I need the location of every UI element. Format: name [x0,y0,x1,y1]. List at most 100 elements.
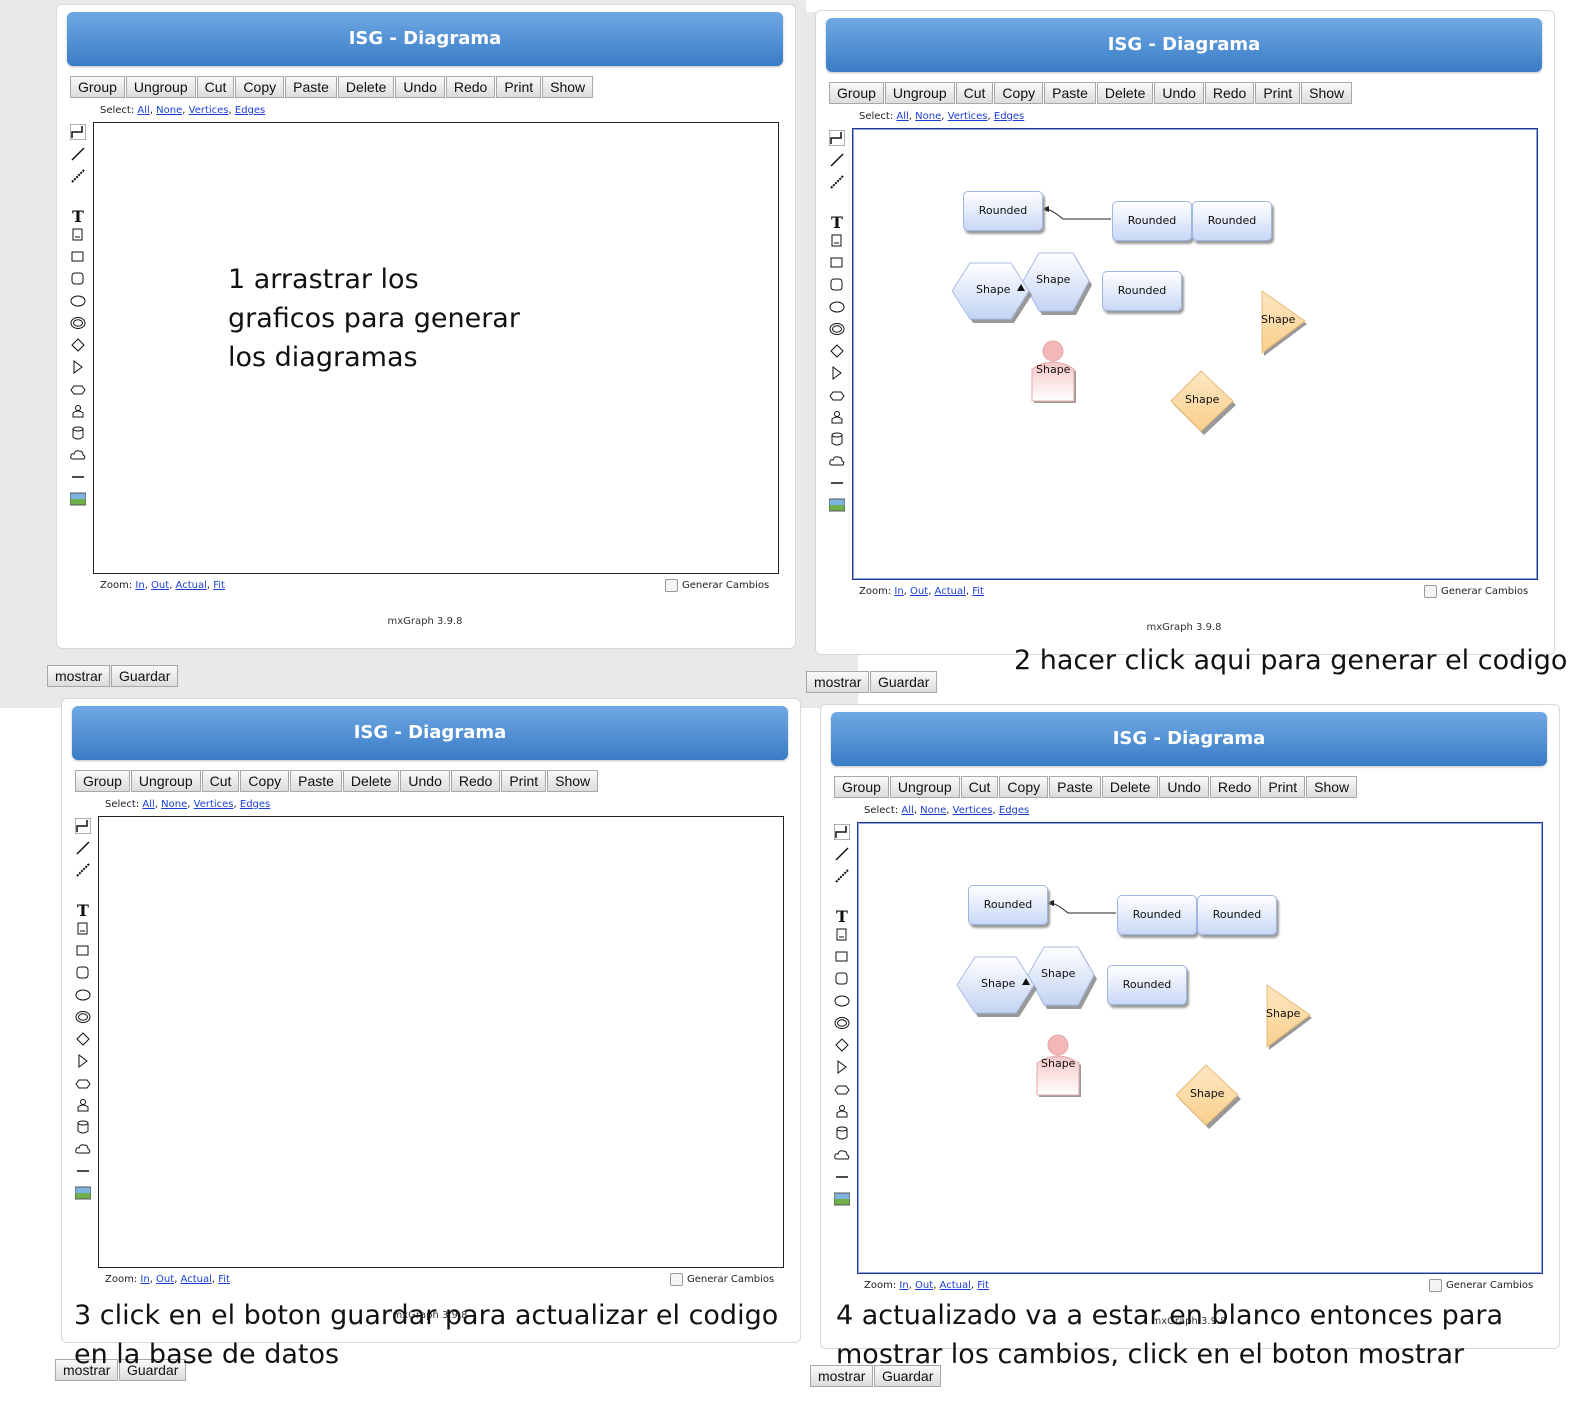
actor-icon[interactable] [73,1098,93,1120]
edge-connector[interactable] [1044,208,1111,220]
connector-icon[interactable] [832,823,852,846]
zoom-actual-link[interactable]: Actual [940,1280,971,1291]
actor-icon[interactable] [827,410,847,432]
label-icon[interactable] [832,928,852,950]
triangle-icon[interactable] [68,360,88,382]
copy-button[interactable]: Copy [994,82,1044,104]
hexagon-icon[interactable] [68,382,88,404]
ungroup-button[interactable]: Ungroup [889,776,960,798]
zoom-actual-link[interactable]: Actual [181,1274,212,1285]
label-icon[interactable] [73,922,93,944]
zoom-fit-link[interactable]: Fit [213,580,225,591]
line-icon[interactable] [73,840,93,862]
cut-button[interactable]: Cut [196,76,235,98]
select-edges-link[interactable]: Edges [235,105,265,116]
text-icon[interactable]: T [68,206,88,228]
guardar-button[interactable]: Guardar [111,665,179,687]
zoom-actual-link[interactable]: Actual [176,580,207,591]
hexagon-icon[interactable] [827,388,847,410]
zoom-fit-link[interactable]: Fit [218,1274,230,1285]
delete-button[interactable]: Delete [337,76,395,98]
dashed-line-icon[interactable] [68,168,88,190]
paste-button[interactable]: Paste [1044,82,1096,104]
zoom-out-link[interactable]: Out [151,580,169,591]
hline-icon[interactable] [73,1164,93,1186]
guardar-button[interactable]: Guardar [870,671,938,693]
cut-button[interactable]: Cut [960,776,999,798]
paste-button[interactable]: Paste [290,770,342,792]
cut-button[interactable]: Cut [201,770,240,792]
ellipse-icon[interactable] [73,988,93,1010]
hexagon-icon[interactable] [832,1082,852,1104]
generar-cambios-checkbox[interactable] [670,1273,683,1286]
zoom-in-link[interactable]: In [899,1280,908,1291]
group-button[interactable]: Group [75,770,130,792]
rhombus-icon[interactable] [68,338,88,360]
dashed-line-icon[interactable] [827,174,847,196]
rounded-shape-3[interactable]: Rounded [1192,201,1272,241]
zoom-out-link[interactable]: Out [910,586,928,597]
label-icon[interactable] [827,234,847,256]
select-edges-link[interactable]: Edges [999,805,1029,816]
hline-icon[interactable] [827,476,847,498]
triangle-icon[interactable] [73,1054,93,1076]
rounded-rect-icon[interactable] [73,966,93,988]
hline-icon[interactable] [832,1170,852,1192]
undo-button[interactable]: Undo [1159,776,1209,798]
show-button[interactable]: Show [547,770,599,792]
rhombus-icon[interactable] [832,1038,852,1060]
triangle-icon[interactable] [827,366,847,388]
rounded-shape-2[interactable]: Rounded [1112,201,1192,241]
cloud-icon[interactable] [73,1142,93,1164]
show-button[interactable]: Show [1306,776,1358,798]
cut-button[interactable]: Cut [955,82,994,104]
redo-button[interactable]: Redo [1204,82,1255,104]
select-vertices-link[interactable]: Vertices [948,111,988,122]
cloud-icon[interactable] [68,448,88,470]
hexagon-icon[interactable] [73,1076,93,1098]
delete-button[interactable]: Delete [1096,82,1154,104]
zoom-fit-link[interactable]: Fit [972,586,984,597]
cylinder-icon[interactable] [73,1120,93,1142]
paste-button[interactable]: Paste [1049,776,1101,798]
double-ellipse-icon[interactable] [73,1010,93,1032]
select-none-link[interactable]: None [920,805,946,816]
text-icon[interactable]: T [827,212,847,234]
print-button[interactable]: Print [1255,82,1301,104]
paste-button[interactable]: Paste [285,76,337,98]
select-vertices-link[interactable]: Vertices [189,105,229,116]
select-edges-link[interactable]: Edges [994,111,1024,122]
copy-button[interactable]: Copy [235,76,285,98]
zoom-in-link[interactable]: In [135,580,144,591]
image-icon[interactable] [68,492,88,514]
rounded-shape-4[interactable]: Rounded [1102,271,1182,311]
line-icon[interactable] [68,146,88,168]
cloud-icon[interactable] [832,1148,852,1170]
redo-button[interactable]: Redo [450,770,501,792]
rounded-shape-4[interactable]: Rounded [1107,965,1187,1005]
undo-button[interactable]: Undo [395,76,445,98]
select-all-link[interactable]: All [137,105,149,116]
ellipse-icon[interactable] [832,994,852,1016]
rounded-shape-3[interactable]: Rounded [1197,895,1277,935]
rectangle-icon[interactable] [68,250,88,272]
select-vertices-link[interactable]: Vertices [953,805,993,816]
select-all-link[interactable]: All [901,805,913,816]
dashed-line-icon[interactable] [832,868,852,890]
ungroup-button[interactable]: Ungroup [884,82,955,104]
select-none-link[interactable]: None [915,111,941,122]
group-button[interactable]: Group [829,82,884,104]
ungroup-button[interactable]: Ungroup [125,76,196,98]
undo-button[interactable]: Undo [400,770,450,792]
delete-button[interactable]: Delete [342,770,400,792]
group-button[interactable]: Group [834,776,889,798]
generar-cambios[interactable]: Generar Cambios [1429,1279,1533,1292]
rounded-shape-2[interactable]: Rounded [1117,895,1197,935]
diagram-canvas[interactable]: Rounded Rounded Rounded Rounded Shape Sh… [857,822,1543,1274]
redo-button[interactable]: Redo [1209,776,1260,798]
ellipse-icon[interactable] [827,300,847,322]
zoom-in-link[interactable]: In [894,586,903,597]
select-all-link[interactable]: All [142,799,154,810]
zoom-out-link[interactable]: Out [156,1274,174,1285]
connector-icon[interactable] [68,123,88,146]
